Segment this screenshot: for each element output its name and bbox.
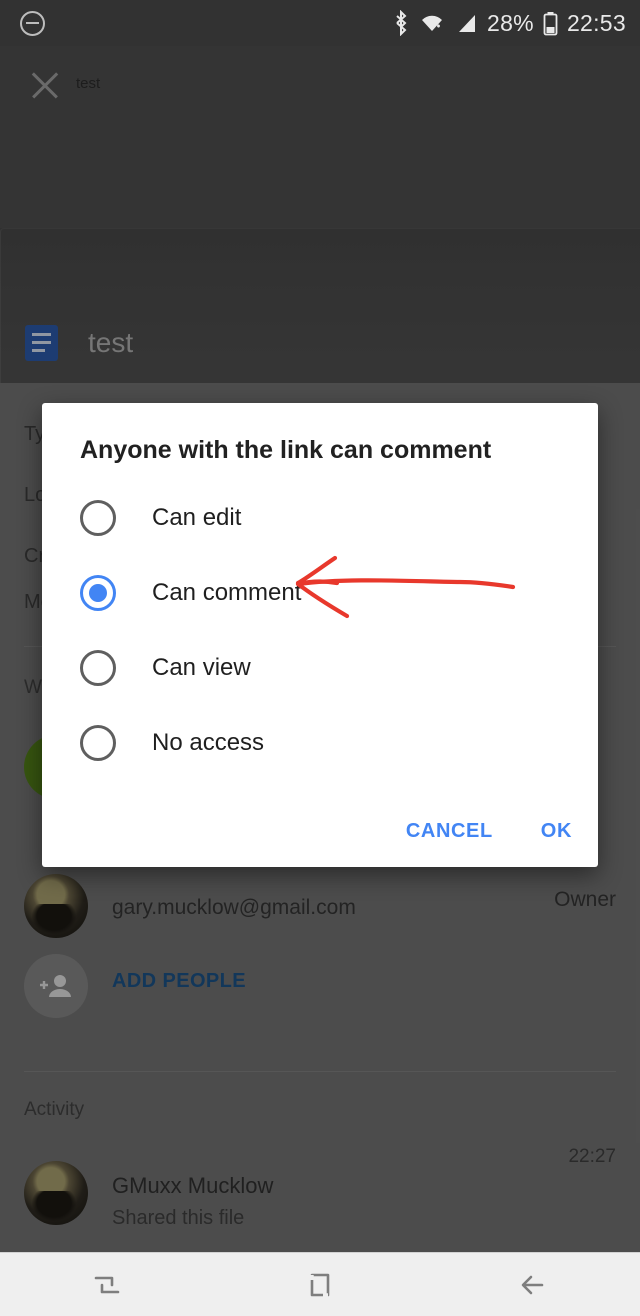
home-icon xyxy=(310,1273,330,1297)
back-icon xyxy=(522,1275,544,1294)
dialog-title: Anyone with the link can comment xyxy=(80,436,492,464)
radio-can-edit[interactable] xyxy=(80,500,116,536)
option-label: No access xyxy=(152,729,265,756)
option-can-edit[interactable]: Can edit xyxy=(42,481,598,555)
status-bar-left xyxy=(20,10,45,36)
clock: 22:53 xyxy=(566,9,626,36)
battery-percent: 28% xyxy=(487,9,534,36)
link-sharing-dialog: Anyone with the link can comment Can edi… xyxy=(42,403,598,867)
cancel-button[interactable]: CANCEL xyxy=(406,820,493,843)
option-label: Can comment xyxy=(152,579,302,606)
radio-can-view[interactable] xyxy=(80,650,116,686)
option-can-comment[interactable]: Can comment xyxy=(42,556,598,630)
recents-icon xyxy=(94,1276,119,1293)
status-bar: 28% 22:53 xyxy=(0,0,640,46)
wifi-icon xyxy=(422,15,442,31)
radio-can-comment[interactable] xyxy=(80,575,116,611)
phone-screen: 28% 22:53 test test Type Location Create… xyxy=(0,0,640,1316)
status-bar-right: 28% 22:53 xyxy=(392,10,626,37)
option-no-access[interactable]: No access xyxy=(42,706,598,780)
option-label: Can view xyxy=(152,654,251,681)
option-can-view[interactable]: Can view xyxy=(42,631,598,705)
system-navigation-bar xyxy=(0,1252,640,1316)
radio-no-access[interactable] xyxy=(80,725,116,761)
do-not-disturb-icon xyxy=(20,10,45,36)
recents-button[interactable] xyxy=(52,1253,162,1316)
option-label: Can edit xyxy=(152,504,242,531)
cellular-signal-icon xyxy=(459,14,475,32)
ok-button[interactable]: OK xyxy=(541,820,572,843)
bluetooth-icon xyxy=(396,10,407,36)
battery-icon xyxy=(543,11,558,35)
dialog-actions: CANCEL OK xyxy=(406,820,572,843)
back-button[interactable] xyxy=(478,1253,588,1316)
home-button[interactable] xyxy=(265,1253,375,1316)
